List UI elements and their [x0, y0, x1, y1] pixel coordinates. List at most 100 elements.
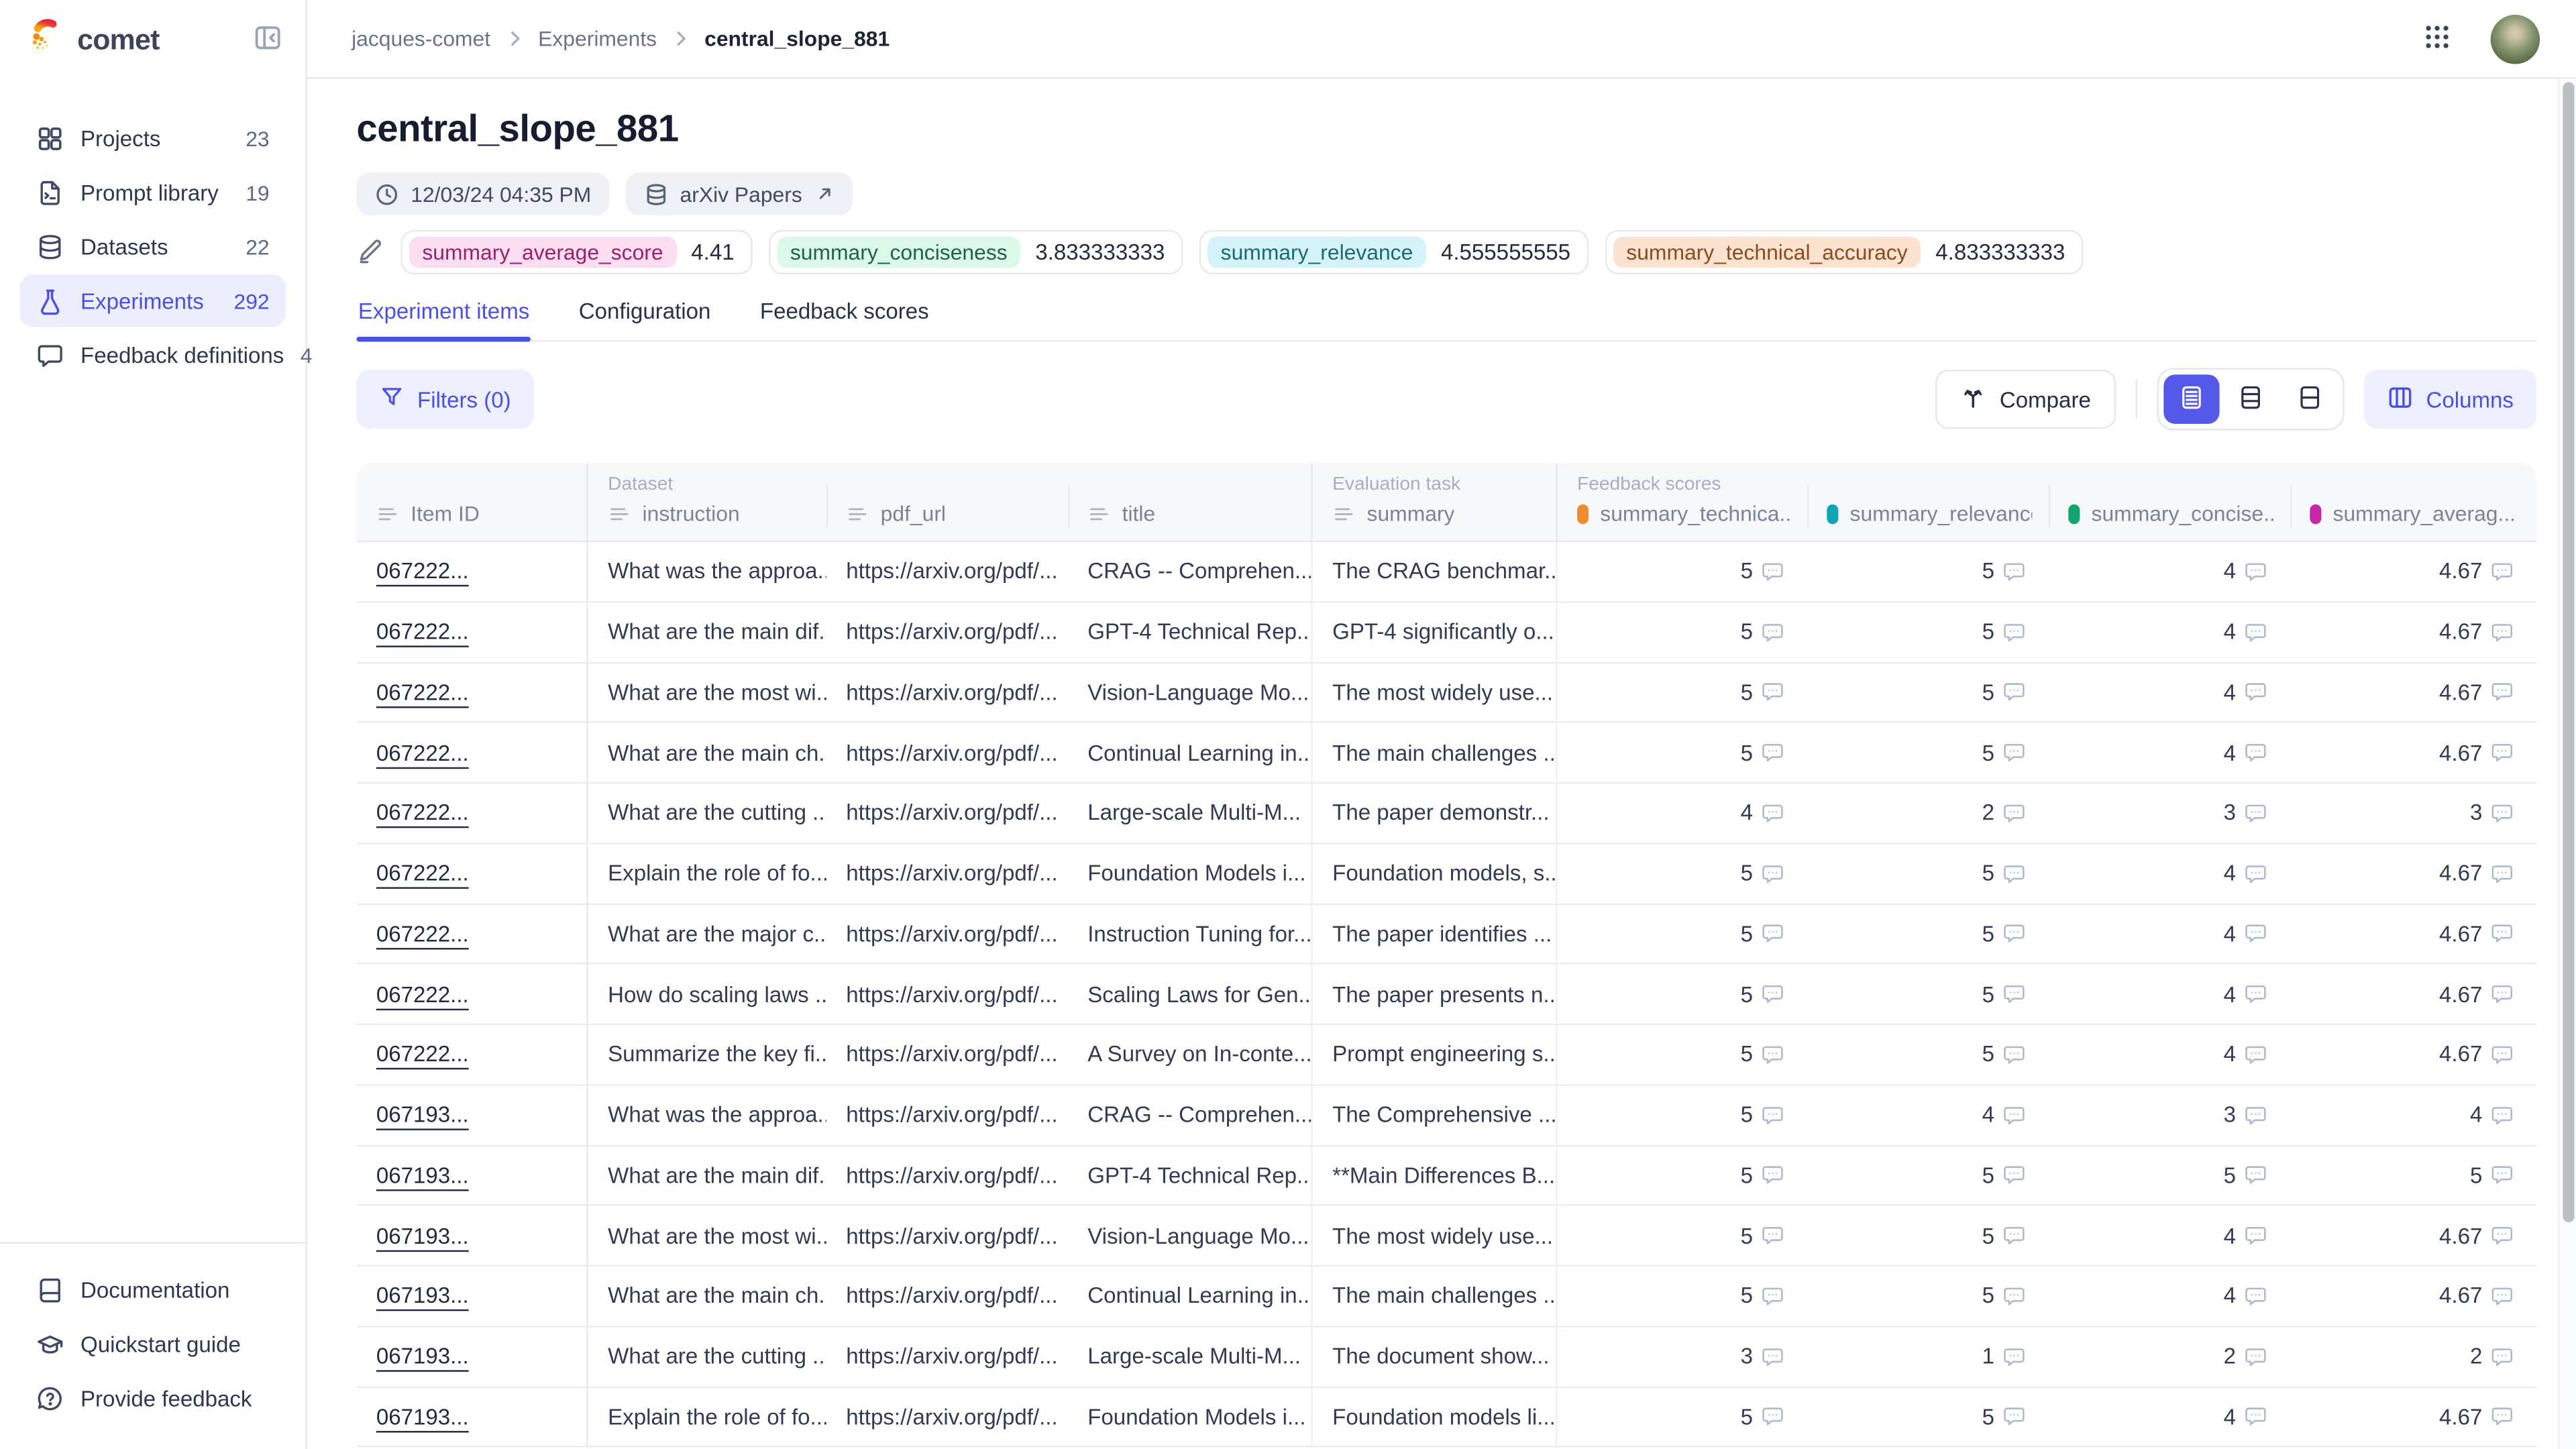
- column-header-summary-averag[interactable]: summary_averag...: [2290, 464, 2536, 541]
- compare-button[interactable]: Compare: [1935, 370, 2115, 429]
- user-avatar[interactable]: [2491, 14, 2540, 63]
- cell-summary: **Main Differences B...: [1311, 1146, 1556, 1205]
- chat-bubble-icon: [36, 341, 64, 369]
- item-id-link[interactable]: 067222...: [376, 982, 469, 1007]
- filters-button[interactable]: Filters (0): [356, 370, 533, 429]
- item-id-link[interactable]: 067222...: [376, 620, 469, 645]
- item-id-link[interactable]: 067222...: [376, 801, 469, 826]
- item-id-link[interactable]: 067222...: [376, 922, 469, 947]
- cell-item-id: 067193...: [356, 1267, 586, 1326]
- cell-summary: The main challenges ...: [1311, 1267, 1556, 1326]
- item-id-link[interactable]: 067193...: [376, 1405, 469, 1430]
- edit-scores-button[interactable]: [356, 235, 384, 268]
- comment-icon: [2244, 1224, 2267, 1247]
- sidebar-item-feedback-definitions[interactable]: Feedback definitions4: [19, 329, 286, 381]
- table-row[interactable]: 067222...What was the approa...https://a…: [356, 542, 2536, 602]
- cell-score-summary-concise: 4: [2049, 904, 2290, 963]
- score-value: 5: [1741, 922, 1753, 947]
- cell-title: GPT-4 Technical Rep...: [1068, 602, 1311, 661]
- row-height-large-button[interactable]: [2282, 374, 2337, 423]
- breadcrumb-item-jacques-comet[interactable]: jacques-comet: [352, 26, 490, 51]
- item-id-link[interactable]: 067193...: [376, 1344, 469, 1369]
- item-id-link[interactable]: 067222...: [376, 1042, 469, 1067]
- item-id-link[interactable]: 067193...: [376, 1284, 469, 1309]
- score-value: 4: [2224, 680, 2236, 705]
- sidebar-item-experiments[interactable]: Experiments292: [19, 274, 286, 327]
- score-value-wrap: 5: [1982, 1163, 2026, 1188]
- tab-feedback-scores[interactable]: Feedback scores: [758, 296, 930, 340]
- item-id-link[interactable]: 067222...: [376, 680, 469, 705]
- cell-score-summary-averag: 4.67: [2290, 542, 2536, 601]
- sidebar-item-projects[interactable]: Projects23: [19, 112, 286, 164]
- item-id-link[interactable]: 067193...: [376, 1224, 469, 1248]
- item-id-link[interactable]: 067193...: [376, 1103, 469, 1128]
- score-color-dot: [1577, 504, 1589, 523]
- page-title: central_slope_881: [356, 107, 2536, 151]
- table-row[interactable]: 067222...What are the cutting ...https:/…: [356, 784, 2536, 844]
- table-row[interactable]: 067222...Summarize the key fi...https://…: [356, 1025, 2536, 1085]
- item-id-link[interactable]: 067222...: [376, 741, 469, 765]
- table-row[interactable]: 067222...What are the major c...https://…: [356, 904, 2536, 965]
- column-header-item-id[interactable]: Item ID: [356, 464, 586, 541]
- apps-menu-button[interactable]: [2423, 22, 2451, 55]
- sidebar-footer-documentation[interactable]: Documentation: [19, 1263, 286, 1316]
- cell-score-summary-averag: 4.67: [2290, 1206, 2536, 1265]
- comment-icon: [2002, 621, 2025, 643]
- column-header-title[interactable]: title: [1068, 464, 1311, 541]
- cell-instruction: Explain the role of fo...: [586, 1387, 826, 1446]
- score-value-wrap: 5: [1982, 1284, 2026, 1309]
- tab-experiment-items[interactable]: Experiment items: [356, 296, 531, 340]
- table-row[interactable]: 067222...How do scaling laws ...https://…: [356, 965, 2536, 1025]
- row-height-medium-button[interactable]: [2222, 374, 2278, 423]
- sidebar-footer-quickstart-guide[interactable]: Quickstart guide: [19, 1318, 286, 1370]
- column-header-summary-relevance[interactable]: summary_relevance: [1807, 464, 2049, 541]
- table-row[interactable]: 067193...What are the most wi...https://…: [356, 1206, 2536, 1267]
- column-header-summary[interactable]: Evaluation tasksummary: [1311, 464, 1556, 541]
- dataset-chip[interactable]: arXiv Papers: [626, 172, 853, 215]
- comment-icon: [2244, 560, 2267, 583]
- sidebar-footer-provide-feedback[interactable]: Provide feedback: [19, 1372, 286, 1424]
- cell-score-summary-averag: 4.67: [2290, 965, 2536, 1024]
- table-row[interactable]: 067193...What are the main dif...https:/…: [356, 1146, 2536, 1206]
- column-header-summary-concise[interactable]: summary_concise...: [2049, 464, 2290, 541]
- item-id-link[interactable]: 067222...: [376, 861, 469, 886]
- tab-configuration[interactable]: Configuration: [577, 296, 712, 340]
- sidebar-item-prompt-library[interactable]: Prompt library19: [19, 166, 286, 218]
- column-header-summary-technica[interactable]: Feedback scoressummary_technica...: [1556, 464, 1807, 541]
- row-height-small-button[interactable]: [2163, 374, 2219, 423]
- score-value-wrap: 5: [1741, 922, 1784, 947]
- comment-icon: [2244, 1043, 2267, 1066]
- comet-logo-icon: [26, 15, 66, 63]
- score-value: 5: [1741, 1405, 1753, 1430]
- score-color-dot: [2068, 504, 2080, 523]
- table-row[interactable]: 067193...What are the cutting ...https:/…: [356, 1327, 2536, 1387]
- table-row[interactable]: 067193...Explain the role of fo...https:…: [356, 1387, 2536, 1448]
- table-row[interactable]: 067222...Explain the role of fo...https:…: [356, 844, 2536, 904]
- item-id-link[interactable]: 067222...: [376, 559, 469, 584]
- score-chip-value: 4.41: [691, 240, 734, 265]
- sidebar-item-datasets[interactable]: Datasets22: [19, 220, 286, 272]
- cell-score-summary-relevance: 5: [1807, 663, 2049, 722]
- breadcrumb-item-experiments[interactable]: Experiments: [538, 26, 657, 51]
- vertical-scrollbar[interactable]: [2562, 82, 2573, 1222]
- cell-instruction: What are the main dif...: [586, 602, 826, 661]
- sidebar-collapse-button[interactable]: [253, 22, 282, 56]
- cell-summary: The Comprehensive ...: [1311, 1085, 1556, 1144]
- score-value: 5: [1741, 1163, 1753, 1188]
- columns-button[interactable]: Columns: [2363, 370, 2536, 429]
- score-chip-name: summary_technical_accuracy: [1613, 237, 1921, 268]
- column-header-instruction[interactable]: Datasetinstruction: [586, 464, 826, 541]
- rows-small-icon: [2178, 384, 2204, 415]
- table-row[interactable]: 067222...What are the most wi...https://…: [356, 663, 2536, 723]
- table-row[interactable]: 067222...What are the main ch...https://…: [356, 723, 2536, 784]
- column-header-pdf-url[interactable]: pdf_url: [826, 464, 1068, 541]
- table-row[interactable]: 067222...What are the main dif...https:/…: [356, 602, 2536, 663]
- comet-logo[interactable]: comet: [26, 15, 159, 63]
- table-row[interactable]: 067193...What are the main ch...https://…: [356, 1267, 2536, 1327]
- table-row[interactable]: 067193...What was the approa...https://a…: [356, 1085, 2536, 1146]
- cell-score-summary-relevance: 5: [1807, 602, 2049, 661]
- column-header-label: title: [1122, 501, 1156, 526]
- comment-icon: [2244, 1405, 2267, 1428]
- comment-icon: [2244, 741, 2267, 764]
- item-id-link[interactable]: 067193...: [376, 1163, 469, 1188]
